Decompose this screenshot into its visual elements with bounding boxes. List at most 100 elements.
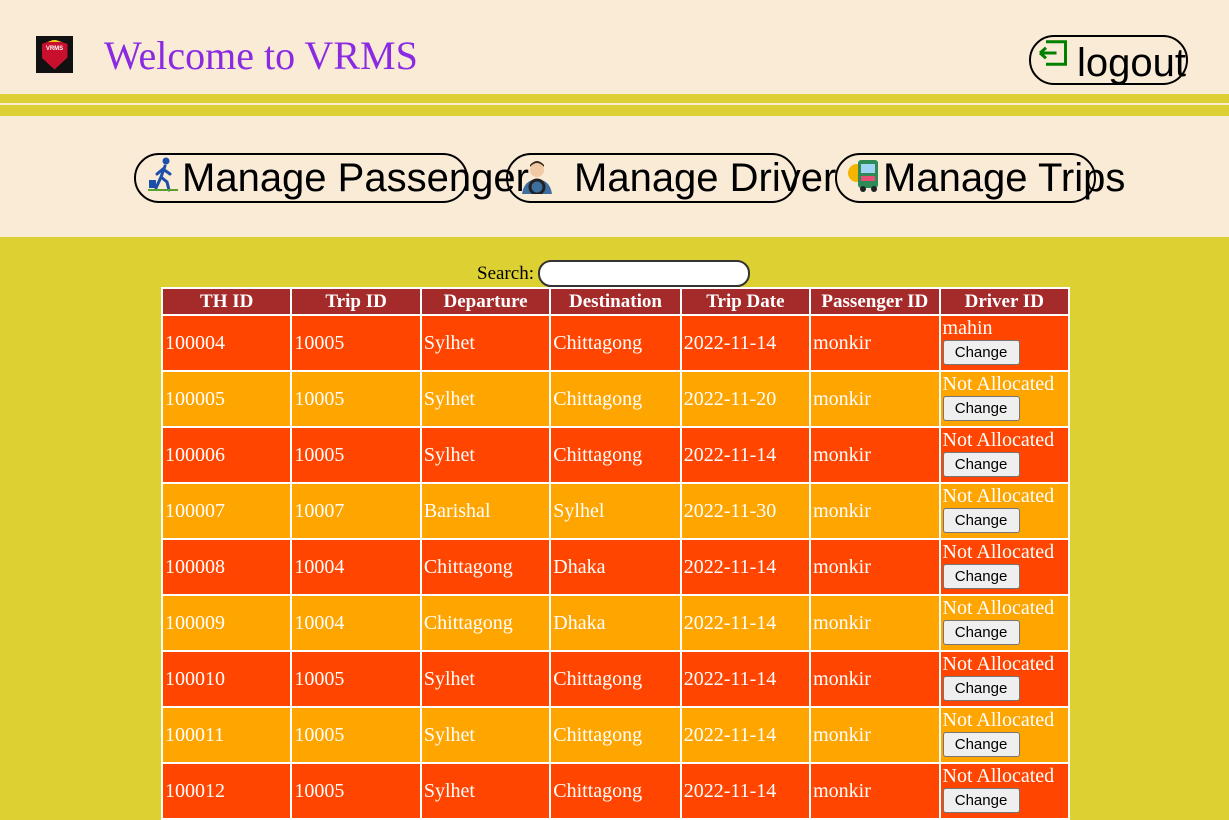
change-driver-button[interactable]: Change <box>942 676 1020 701</box>
cell-trip-id: 10005 <box>292 372 420 426</box>
cell-driver-id: Not Allocated Change <box>940 428 1068 482</box>
cell-departure: Sylhet <box>421 764 550 818</box>
driver-id-text: Not Allocated <box>942 429 1055 451</box>
logout-arrow-icon <box>1039 40 1068 66</box>
driver-id-text: Not Allocated <box>942 597 1055 619</box>
cell-trip-id: 10005 <box>292 708 420 762</box>
table-row: 100012 10005 Sylhet Chittagong 2022-11-1… <box>163 764 1068 818</box>
cell-passenger-id: monkir <box>811 428 939 482</box>
cell-th-id: 100004 <box>163 316 291 370</box>
cell-departure: Sylhet <box>421 428 550 482</box>
cell-trip-date: 2022-11-14 <box>681 652 810 706</box>
table-row: 100007 10007 Barishal Sylhel 2022-11-30 … <box>163 484 1068 538</box>
driver-icon <box>522 161 552 194</box>
table-row: 100005 10005 Sylhet Chittagong 2022-11-2… <box>163 372 1068 426</box>
change-driver-button[interactable]: Change <box>942 732 1020 757</box>
logout-label: logout <box>1077 40 1186 85</box>
table-row: 100011 10005 Sylhet Chittagong 2022-11-1… <box>163 708 1068 762</box>
change-driver-button[interactable]: Change <box>942 396 1020 421</box>
cell-passenger-id: monkir <box>811 372 939 426</box>
search-bar: Search: <box>477 260 750 287</box>
cell-trip-id: 10005 <box>292 428 420 482</box>
cell-departure: Chittagong <box>421 596 550 650</box>
header: VRMS Welcome to VRMS logout <box>0 0 1229 94</box>
change-driver-button[interactable]: Change <box>942 564 1020 589</box>
cell-passenger-id: monkir <box>811 708 939 762</box>
cell-driver-id: Not Allocated Change <box>940 540 1068 594</box>
change-driver-button[interactable]: Change <box>942 508 1020 533</box>
cell-trip-date: 2022-11-20 <box>681 372 810 426</box>
search-label: Search: <box>477 262 534 284</box>
logo-text: VRMS <box>45 45 64 52</box>
column-header-departure: Departure <box>421 289 550 314</box>
cell-th-id: 100005 <box>163 372 291 426</box>
nav-bar: Manage Passenger Manage Driver Manage Tr… <box>0 116 1229 237</box>
cell-trip-date: 2022-11-14 <box>681 540 810 594</box>
cell-th-id: 100009 <box>163 596 291 650</box>
logout-button[interactable]: logout <box>1029 35 1188 85</box>
cell-trip-id: 10004 <box>292 596 420 650</box>
cell-passenger-id: monkir <box>811 540 939 594</box>
driver-id-text: Not Allocated <box>942 485 1055 507</box>
cell-departure: Sylhet <box>421 316 550 370</box>
cell-passenger-id: monkir <box>811 484 939 538</box>
cell-trip-date: 2022-11-14 <box>681 708 810 762</box>
cell-trip-date: 2022-11-14 <box>681 764 810 818</box>
table-row: 100008 10004 Chittagong Dhaka 2022-11-14… <box>163 540 1068 594</box>
cell-destination: Sylhel <box>551 484 680 538</box>
driver-id-text: Not Allocated <box>942 653 1055 675</box>
cell-destination: Chittagong <box>551 764 680 818</box>
manage-driver-button[interactable]: Manage Driver <box>506 153 836 203</box>
cell-driver-id: Not Allocated Change <box>940 372 1068 426</box>
cell-trip-id: 10005 <box>292 764 420 818</box>
table-row: 100006 10005 Sylhet Chittagong 2022-11-1… <box>163 428 1068 482</box>
cell-th-id: 100007 <box>163 484 291 538</box>
driver-id-text: Not Allocated <box>942 541 1055 563</box>
change-driver-button[interactable]: Change <box>942 788 1020 813</box>
column-header-driver-id: Driver ID <box>940 289 1068 314</box>
driver-id-text: Not Allocated <box>942 765 1055 787</box>
table-row: 100009 10004 Chittagong Dhaka 2022-11-14… <box>163 596 1068 650</box>
column-header-passenger-id: Passenger ID <box>811 289 939 314</box>
cell-driver-id: Not Allocated Change <box>940 596 1068 650</box>
trip-history-table: TH ID Trip ID Departure Destination Trip… <box>161 287 1070 820</box>
column-header-destination: Destination <box>551 289 680 314</box>
change-driver-button[interactable]: Change <box>942 340 1020 365</box>
cell-destination: Chittagong <box>551 372 680 426</box>
manage-passenger-label: Manage Passenger <box>182 156 529 200</box>
manage-trips-button[interactable]: Manage Trips <box>835 153 1125 203</box>
cell-passenger-id: monkir <box>811 596 939 650</box>
vrms-logo: VRMS <box>36 36 73 73</box>
divider-band <box>0 94 1229 116</box>
cell-driver-id: Not Allocated Change <box>940 764 1068 818</box>
change-driver-button[interactable]: Change <box>942 452 1020 477</box>
manage-trips-label: Manage Trips <box>883 156 1126 200</box>
column-header-th-id: TH ID <box>163 289 291 314</box>
cell-th-id: 100008 <box>163 540 291 594</box>
page-title: Welcome to VRMS <box>104 33 418 78</box>
cell-destination: Chittagong <box>551 316 680 370</box>
cell-trip-date: 2022-11-14 <box>681 428 810 482</box>
table-header-row: TH ID Trip ID Departure Destination Trip… <box>163 289 1068 314</box>
driver-id-text: mahin <box>942 317 993 339</box>
cell-trip-id: 10004 <box>292 540 420 594</box>
cell-departure: Sylhet <box>421 652 550 706</box>
manage-driver-label: Manage Driver <box>574 156 837 200</box>
search-input[interactable] <box>537 260 750 287</box>
table-row: 100004 10005 Sylhet Chittagong 2022-11-1… <box>163 316 1068 370</box>
change-driver-button[interactable]: Change <box>942 620 1020 645</box>
manage-passenger-button[interactable]: Manage Passenger <box>134 153 529 203</box>
vrms-shield-icon: VRMS <box>41 39 68 70</box>
walking-passenger-icon <box>148 157 178 192</box>
cell-trip-id: 10005 <box>292 652 420 706</box>
cell-driver-id: Not Allocated Change <box>940 652 1068 706</box>
cell-trip-date: 2022-11-30 <box>681 484 810 538</box>
cell-passenger-id: monkir <box>811 316 939 370</box>
column-header-trip-id: Trip ID <box>292 289 420 314</box>
cell-destination: Chittagong <box>551 652 680 706</box>
cell-destination: Chittagong <box>551 428 680 482</box>
cell-passenger-id: monkir <box>811 652 939 706</box>
cell-departure: Sylhet <box>421 372 550 426</box>
driver-id-text: Not Allocated <box>942 709 1055 731</box>
cell-trip-date: 2022-11-14 <box>681 596 810 650</box>
